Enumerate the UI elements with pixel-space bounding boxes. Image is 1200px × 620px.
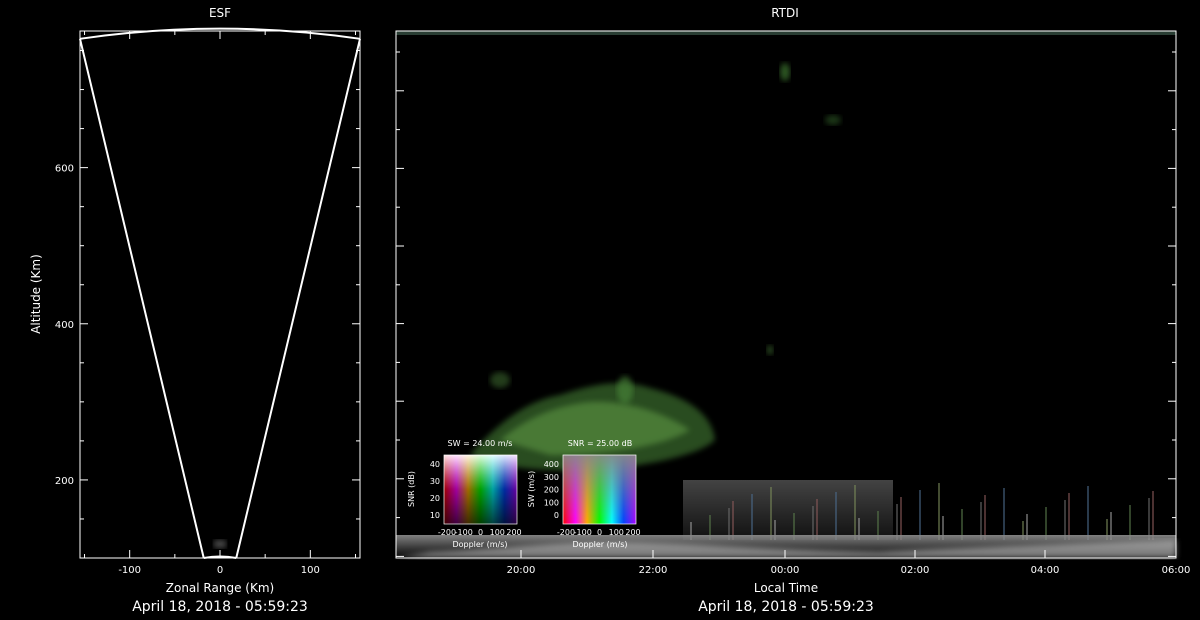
rtdi-stripe: [1087, 486, 1089, 540]
echo-dense-block-fade: [683, 480, 893, 540]
legend-xtick-label: 100: [490, 528, 505, 537]
rtdi-stripe: [835, 492, 837, 540]
legend-xtick-label: 100: [609, 528, 624, 537]
esf-xtick-label: 0: [217, 565, 223, 576]
figure: ESF -100 0 100200400600 Zonal Range (Km) A…: [29, 6, 1191, 615]
legend-sw-xlabel: Doppler (m/s): [452, 540, 507, 549]
rtdi-stripe: [1152, 491, 1154, 540]
rtdi-stripe: [751, 494, 753, 540]
rtdi-timestamp: April 18, 2018 - 05:59:23: [698, 599, 874, 615]
rtdi-xtick-label: 20:00: [507, 565, 536, 576]
legend-ytick-label: 30: [430, 477, 440, 486]
rtdi-xtick-label: 22:00: [639, 565, 668, 576]
esf-xtick-label: 100: [301, 565, 320, 576]
legend-xtick-label: 0: [597, 528, 602, 537]
legend-ytick-label: 0: [554, 511, 559, 520]
esf-timestamp: April 18, 2018 - 05:59:23: [132, 599, 308, 615]
echo-patch-2: [490, 372, 510, 388]
rtdi-stripe: [816, 499, 818, 540]
legend-snr-gray: [563, 455, 636, 524]
echo-patch-4: [825, 115, 841, 125]
rtdi-stripe: [732, 501, 734, 540]
rtdi-stripe: [1148, 498, 1150, 540]
legend-xtick-label: -100: [455, 528, 473, 537]
esf-fan-left-edge: [79, 38, 205, 559]
esf-xtick-label: -100: [118, 565, 141, 576]
legend-xtick-label: -200: [557, 528, 575, 537]
esf-ytick-label: 200: [55, 476, 74, 487]
rtdi-xtick-label: 02:00: [901, 565, 930, 576]
esf-echo-blob: [214, 540, 226, 548]
legend-ytick-label: 400: [544, 460, 559, 469]
esf-fan-right-edge: [235, 38, 361, 559]
legend-xtick-label: 200: [506, 528, 521, 537]
esf-ytick-label: 600: [55, 164, 74, 175]
esf-panel: ESF -100 0 100 200 400 600 Zonal Range (Km) A…: [29, 6, 361, 615]
legend-sw-dark: [444, 455, 517, 524]
legend-ytick-label: 10: [430, 511, 440, 520]
rtdi-stripe: [770, 487, 772, 540]
esf-ylabel: Altitude (Km): [29, 254, 43, 334]
esf-plot-frame: [79, 30, 361, 559]
legend-xtick-label: -200: [438, 528, 456, 537]
rtdi-stripe: [854, 485, 856, 540]
rtdi-stripe: [1068, 493, 1070, 540]
legend-xtick-label: -100: [574, 528, 592, 537]
rtdi-stripe: [938, 483, 940, 540]
legend-ytick-label: 20: [430, 494, 440, 503]
esf-fan: [79, 27, 361, 559]
rtdi-panel: RTDI 20:00 22:00 00:00 02:00 04:00 06:00 SW =…: [395, 6, 1191, 615]
legend-ytick-label: 300: [544, 473, 559, 482]
rtdi-xtick-label: 04:00: [1031, 565, 1060, 576]
rtdi-stripe: [812, 506, 814, 540]
legend-snr-xlabel: Doppler (m/s): [572, 540, 627, 549]
legend-xtick-label: 200: [625, 528, 640, 537]
rtdi-stripe: [984, 495, 986, 540]
rtdi-title: RTDI: [771, 6, 799, 20]
echo-patch-5: [767, 345, 773, 355]
rtdi-stripe: [1064, 500, 1066, 540]
rtdi-stripe: [900, 497, 902, 540]
legend-ytick-label: 40: [430, 460, 440, 469]
legend-snr-title: SNR = 25.00 dB: [568, 439, 632, 448]
echo-patch-3: [780, 63, 790, 81]
legend-sw-title: SW = 24.00 m/s: [448, 439, 513, 448]
rtdi-stripe: [980, 502, 982, 540]
esf-ticks: -100 0 100 200 400 600: [55, 31, 360, 576]
rtdi-stripe: [896, 504, 898, 540]
legend-sw-ylabel: SNR (dB): [407, 471, 416, 507]
legend-xtick-label: 0: [478, 528, 483, 537]
rtdi-stripe: [1003, 488, 1005, 540]
legend-ytick-label: 200: [544, 486, 559, 495]
echo-top-band: [396, 31, 1176, 35]
esf-ytick-label: 400: [55, 320, 74, 331]
echo-patch-1: [617, 376, 633, 404]
esf-title: ESF: [209, 6, 231, 20]
esf-xlabel: Zonal Range (Km): [166, 581, 274, 595]
rtdi-stripe: [919, 490, 921, 540]
rtdi-xtick-label: 06:00: [1162, 565, 1191, 576]
legend-snr-ylabel: SW (m/s): [527, 471, 536, 507]
legend-ytick-label: 100: [544, 498, 559, 507]
rtdi-xlabel: Local Time: [754, 581, 818, 595]
rtdi-xtick-label: 00:00: [771, 565, 800, 576]
rtdi-stripe: [1129, 505, 1131, 540]
